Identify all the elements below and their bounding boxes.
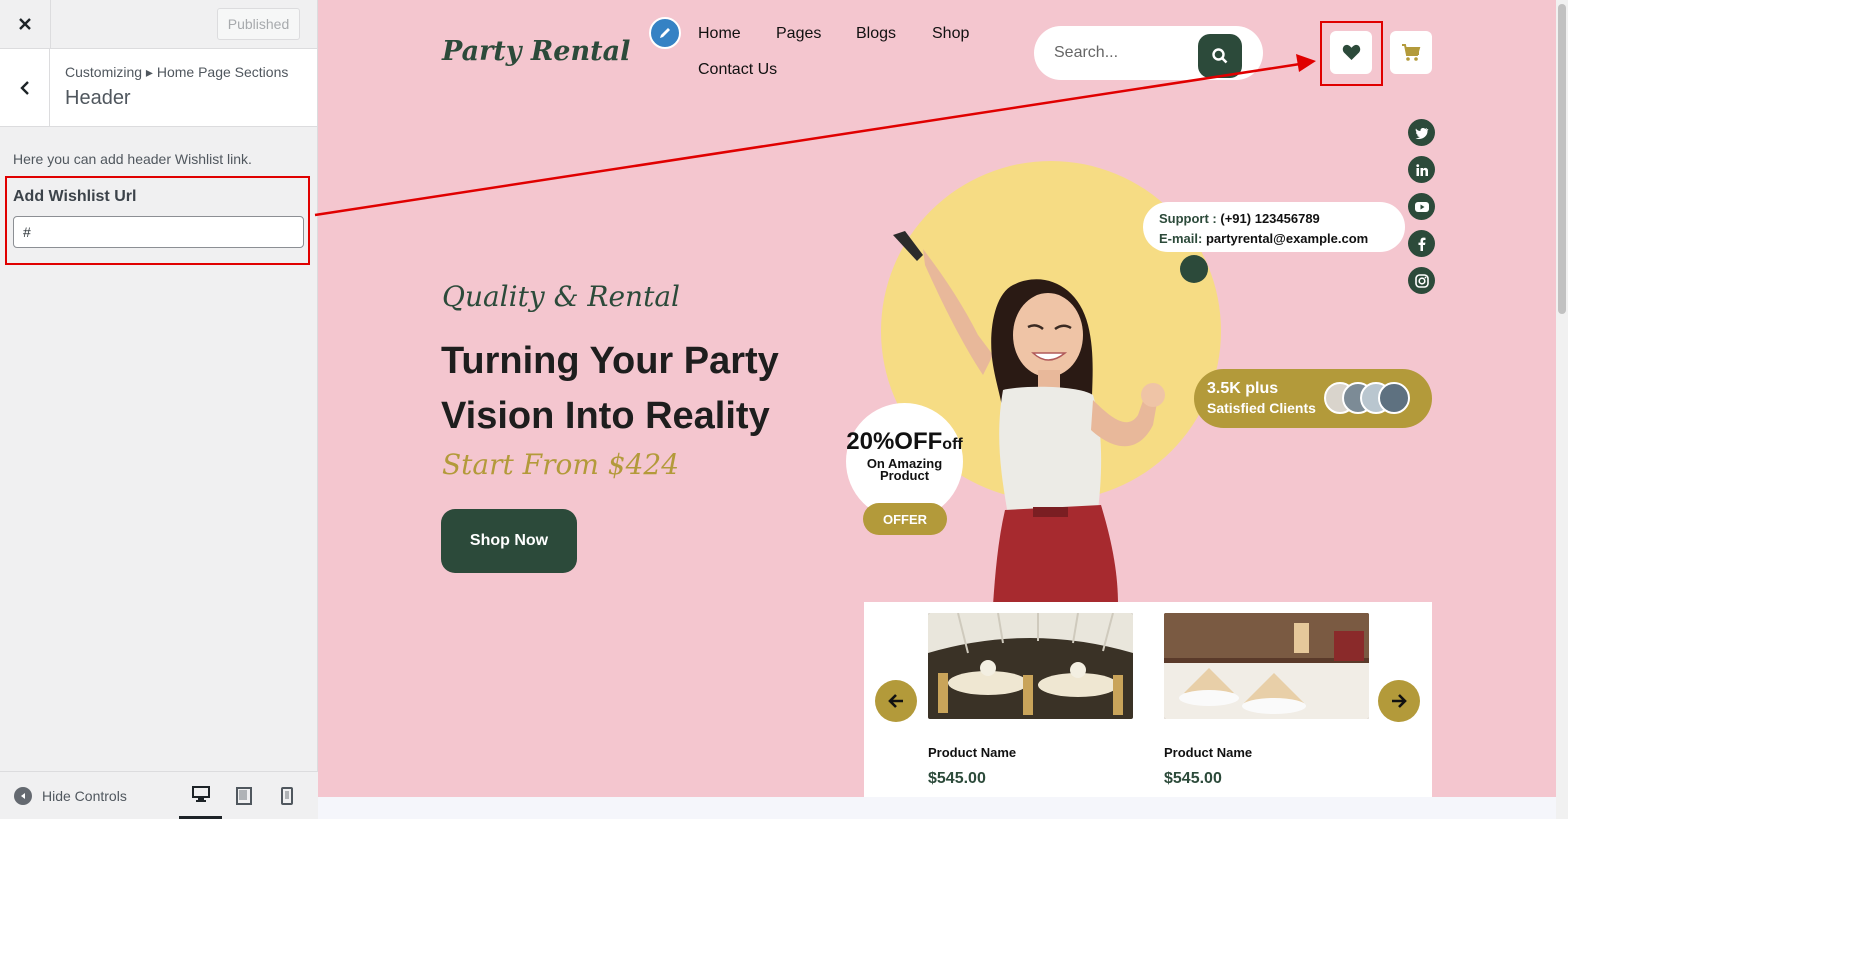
offer-pill: OFFER (863, 503, 947, 535)
product-card[interactable]: Product Name $545.00 (1164, 613, 1369, 788)
slider-prev-button[interactable] (875, 680, 917, 722)
desktop-icon (191, 786, 210, 802)
hero-price-line: Start From $424 (442, 448, 680, 481)
collapse-icon (14, 786, 32, 805)
product-image (928, 613, 1133, 719)
facebook-icon (1418, 237, 1425, 251)
support-phone[interactable]: (+91) 123456789 (1220, 211, 1319, 226)
back-button[interactable] (0, 49, 50, 126)
client-avatars (1324, 382, 1410, 414)
product-name: Product Name (1164, 745, 1253, 760)
section-header: Customizing ▸ Home Page Sections Header (0, 49, 317, 127)
preview-scrollbar[interactable] (1556, 0, 1568, 819)
hero-tagline: Quality & Rental (442, 280, 680, 313)
desktop-preview-button[interactable] (179, 773, 222, 819)
email-key: E-mail: (1159, 231, 1203, 246)
breadcrumb: Customizing ▸ Home Page Sections (65, 64, 289, 80)
product-name: Product Name (928, 745, 1017, 760)
search-icon (1212, 48, 1228, 64)
decorative-dot (1180, 255, 1208, 283)
site-preview: Party Rental Home Pages Blogs Shop Conta… (318, 0, 1568, 819)
hero-headline: Turning Your Party Vision Into Reality (441, 340, 779, 437)
chevron-left-icon (19, 80, 29, 95)
search-input[interactable] (1054, 40, 1194, 66)
support-email[interactable]: partyrental@example.com (1206, 231, 1368, 246)
nav-pages[interactable]: Pages (776, 25, 821, 43)
nav-home[interactable]: Home (698, 25, 741, 43)
pencil-icon (660, 28, 670, 38)
hide-controls-button[interactable]: Hide Controls (14, 786, 127, 805)
page-bottom-strip (318, 797, 1568, 819)
cart-button[interactable] (1390, 31, 1432, 74)
product-price: $545.00 (928, 770, 986, 787)
product-card[interactable]: Product Name $545.00 (928, 613, 1133, 788)
hide-controls-label: Hide Controls (42, 787, 127, 804)
twitter-link[interactable] (1408, 119, 1435, 146)
highlight-box-wishlist (1320, 21, 1383, 86)
customizer-window: Published Customizing ▸ Home Page Sectio… (0, 0, 1568, 819)
search-button[interactable] (1198, 34, 1242, 78)
product-price: $545.00 (1164, 770, 1222, 787)
product-slider: Product Name $545.00 Product Name $545.0… (864, 602, 1432, 802)
offer-percent: 20%OFF (846, 428, 943, 455)
customizer-topbar: Published (0, 0, 317, 49)
mobile-icon (280, 786, 293, 805)
customizer-footer: Hide Controls (0, 771, 318, 819)
slider-next-button[interactable] (1378, 680, 1420, 722)
arrow-right-icon (1392, 694, 1407, 708)
offer-off: off (942, 436, 963, 453)
instagram-link[interactable] (1408, 267, 1435, 294)
device-switcher (179, 773, 308, 819)
shop-now-button[interactable]: Shop Now (441, 509, 577, 573)
tablet-preview-button[interactable] (222, 773, 265, 819)
nav-contact[interactable]: Contact Us (698, 61, 777, 79)
search-box (1034, 26, 1263, 80)
arrow-left-icon (888, 694, 903, 708)
avatar (1378, 382, 1410, 414)
twitter-icon (1415, 127, 1428, 139)
clients-badge: 3.5K plus Satisfied Clients (1194, 369, 1432, 428)
edit-shortcut-button[interactable] (649, 17, 681, 49)
section-title: Header (65, 87, 131, 109)
close-button[interactable] (0, 0, 51, 49)
publish-button[interactable]: Published (217, 8, 300, 40)
support-key: Support : (1159, 211, 1217, 226)
cart-icon (1402, 43, 1421, 61)
youtube-icon (1414, 201, 1429, 212)
site-logo[interactable]: Party Rental (442, 36, 630, 67)
customizer-sidebar: Published Customizing ▸ Home Page Sectio… (0, 0, 318, 819)
nav-blogs[interactable]: Blogs (856, 25, 896, 43)
scrollbar-thumb[interactable] (1558, 4, 1566, 314)
mobile-preview-button[interactable] (265, 773, 308, 819)
instagram-icon (1414, 273, 1429, 288)
close-icon (19, 18, 31, 30)
tablet-icon (235, 786, 252, 805)
linkedin-icon (1415, 163, 1428, 176)
section-description: Here you can add header Wishlist link. (13, 151, 252, 167)
wishlist-url-label: Add Wishlist Url (13, 188, 137, 205)
nav-shop[interactable]: Shop (932, 25, 969, 43)
wishlist-url-input[interactable] (13, 216, 304, 248)
support-card: Support : (+91) 123456789 E-mail: partyr… (1143, 202, 1405, 252)
facebook-link[interactable] (1408, 230, 1435, 257)
offer-subtitle: On Amazing Product (866, 456, 943, 483)
linkedin-link[interactable] (1408, 156, 1435, 183)
product-image (1164, 613, 1369, 719)
youtube-link[interactable] (1408, 193, 1435, 220)
social-links (1408, 119, 1435, 304)
